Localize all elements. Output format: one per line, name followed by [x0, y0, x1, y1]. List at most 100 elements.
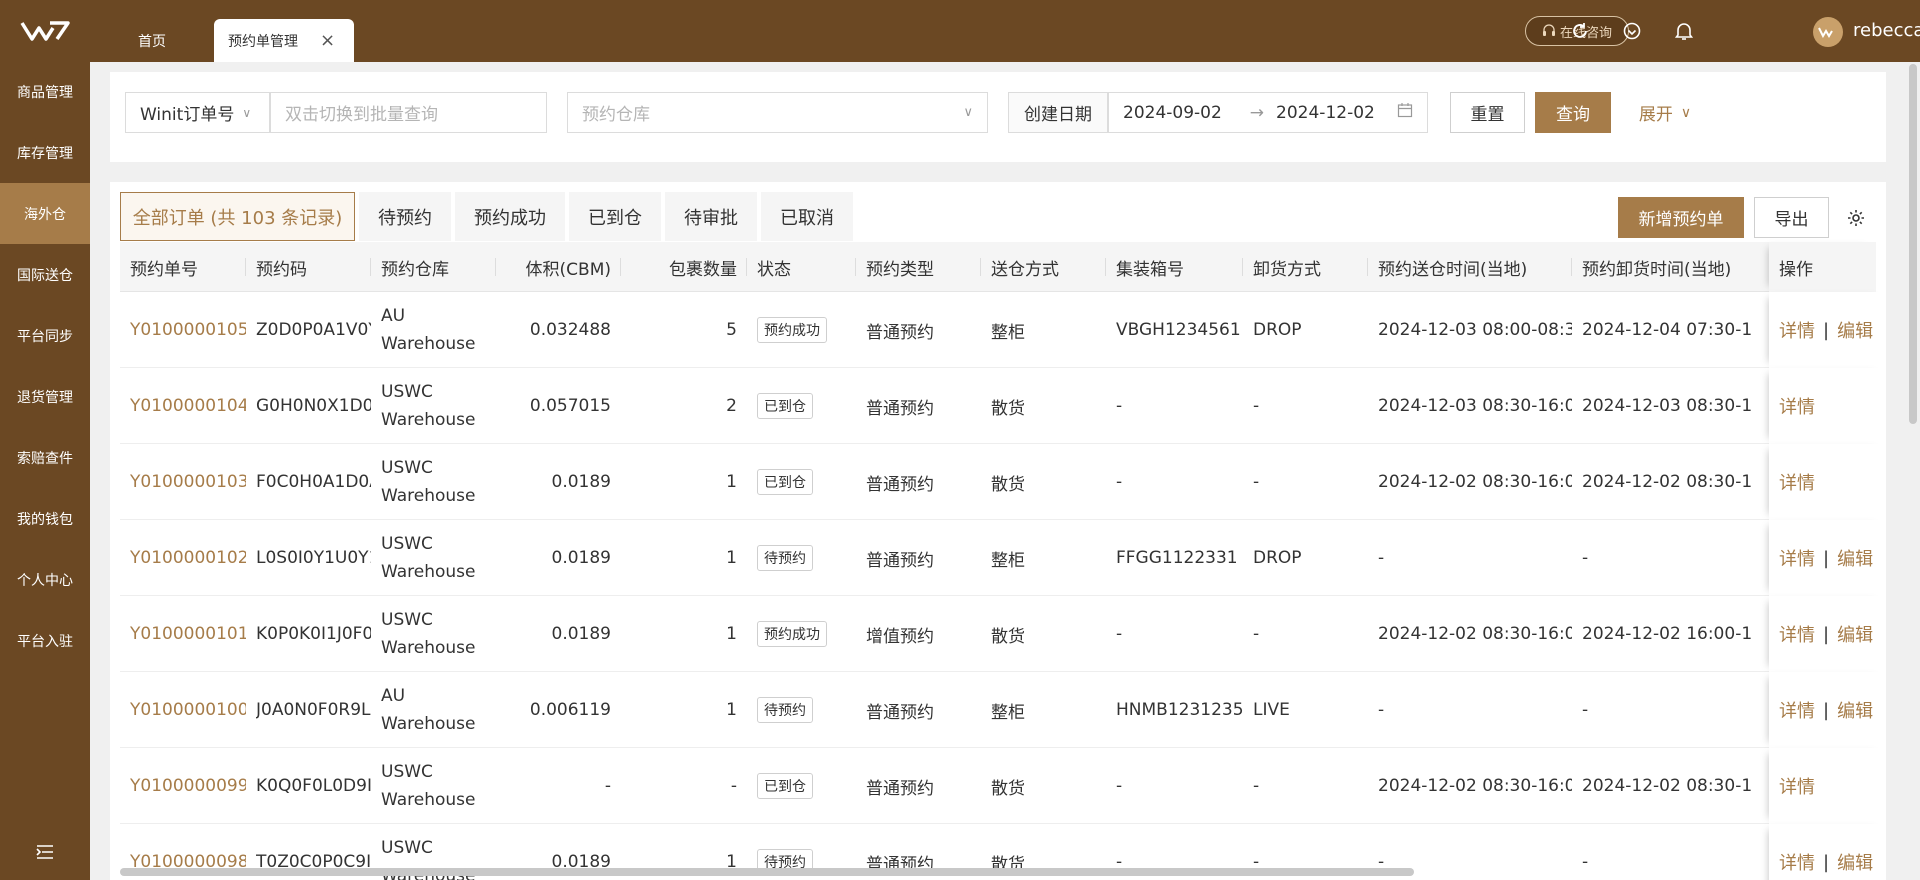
row-actions: 详情 — [1769, 444, 1886, 520]
action-separator: | — [1823, 547, 1830, 569]
column-header[interactable]: 卸货方式 — [1243, 242, 1368, 292]
detail-link[interactable]: 详情 — [1779, 849, 1815, 875]
table-row: Y0100000099 K0Q0F0L0D9I8 USWC Warehouse -… — [120, 748, 1886, 824]
order-type-select[interactable]: Winit订单号 ∨ — [125, 92, 270, 133]
action-separator: | — [1823, 699, 1830, 721]
new-reservation-button[interactable]: 新增预约单 — [1618, 197, 1744, 238]
bell-icon[interactable] — [1671, 18, 1697, 44]
tab-reserved[interactable]: 预约成功 — [455, 192, 565, 241]
close-icon[interactable]: × — [320, 30, 335, 51]
order-number-link[interactable]: Y0100000105 — [130, 320, 246, 340]
detail-link[interactable]: 详情 — [1779, 773, 1815, 799]
warehouse-code: USWC — [381, 534, 433, 554]
detail-link[interactable]: 详情 — [1779, 393, 1815, 419]
sidebar-item-overseas-warehouse[interactable]: 海外仓 — [0, 183, 90, 244]
edit-link[interactable]: 编辑 — [1837, 317, 1873, 343]
sidebar: 商品管理 库存管理 海外仓 国际送仓 平台同步 退货管理 索赔查件 我的钱包 个… — [0, 0, 90, 880]
detail-link[interactable]: 详情 — [1779, 545, 1815, 571]
column-header[interactable]: 状态 — [747, 242, 856, 292]
refresh-icon[interactable] — [1567, 18, 1593, 44]
column-header[interactable]: 送仓方式 — [981, 242, 1106, 292]
order-number-link[interactable]: Y0100000099 — [130, 776, 246, 796]
export-button[interactable]: 导出 — [1754, 197, 1829, 238]
order-number-link[interactable]: Y0100000103 — [130, 472, 246, 492]
date-range-picker[interactable]: 2024-09-02 → 2024-12-02 — [1108, 92, 1428, 133]
sidebar-item-onboarding[interactable]: 平台入驻 — [0, 610, 90, 671]
tab-arrived[interactable]: 已到仓 — [569, 192, 661, 241]
edit-link[interactable]: 编辑 — [1837, 849, 1873, 875]
order-number-link[interactable]: Y0100000100 — [130, 700, 246, 720]
column-header[interactable]: 预约类型 — [856, 242, 981, 292]
delivery-method: 散货 — [991, 778, 1025, 799]
reservation-type: 普通预约 — [866, 778, 934, 799]
tab-cancelled[interactable]: 已取消 — [761, 192, 853, 241]
sidebar-item-products[interactable]: 商品管理 — [0, 61, 90, 122]
package-count: - — [730, 776, 737, 796]
sidebar-item-claims[interactable]: 索赔查件 — [0, 427, 90, 488]
tab-home[interactable]: 首页 — [138, 19, 166, 62]
expand-button[interactable]: 展开 ∨ — [1625, 92, 1705, 133]
expand-label: 展开 — [1638, 105, 1673, 125]
edit-link[interactable]: 编辑 — [1837, 545, 1873, 571]
column-header[interactable]: 包裹数量 — [621, 242, 747, 292]
table-header: 预约单号 预约码 预约仓库 体积(CBM) 包裹数量 状态 预约类型 送仓方式 … — [120, 242, 1876, 292]
menu-collapse-icon[interactable] — [0, 834, 90, 870]
brand-logo[interactable] — [0, 0, 90, 62]
container-number: - — [1116, 624, 1123, 644]
query-button[interactable]: 查询 — [1535, 92, 1611, 133]
container-number: - — [1116, 396, 1123, 416]
tab-reservation-management[interactable]: 预约单管理 × — [214, 19, 354, 62]
reset-button[interactable]: 重置 — [1450, 92, 1525, 133]
warehouse-cell: USWC Warehouse — [381, 368, 496, 444]
column-header[interactable]: 预约仓库 — [371, 242, 496, 292]
sidebar-item-wallet[interactable]: 我的钱包 — [0, 488, 90, 549]
column-header[interactable]: 体积(CBM) — [496, 242, 621, 292]
column-header: 操作 — [1769, 242, 1876, 292]
column-header[interactable]: 预约码 — [246, 242, 371, 292]
column-header[interactable]: 预约卸货时间(当地) — [1572, 242, 1769, 292]
sidebar-item-platform-sync[interactable]: 平台同步 — [0, 305, 90, 366]
status-badge: 已到仓 — [757, 773, 813, 799]
detail-link[interactable]: 详情 — [1779, 469, 1815, 495]
unload-method: - — [1253, 472, 1260, 492]
warehouse-word: Warehouse — [381, 638, 476, 658]
package-count: 5 — [726, 320, 737, 340]
tab-pending-reservation[interactable]: 待预约 — [359, 192, 451, 241]
column-header[interactable]: 预约送仓时间(当地) — [1368, 242, 1572, 292]
unload-method: LIVE — [1253, 700, 1290, 720]
edit-link[interactable]: 编辑 — [1837, 621, 1873, 647]
status-badge: 已到仓 — [757, 393, 813, 419]
order-number-link[interactable]: Y0100000104 — [130, 396, 246, 416]
detail-link[interactable]: 详情 — [1779, 317, 1815, 343]
favorites-icon[interactable] — [1619, 18, 1645, 44]
search-input[interactable]: 双击切换到批量查询 — [270, 92, 547, 133]
avatar[interactable] — [1813, 17, 1843, 47]
sidebar-item-intl-delivery[interactable]: 国际送仓 — [0, 244, 90, 305]
date-start[interactable]: 2024-09-02 — [1123, 103, 1222, 123]
tab-pending-approval[interactable]: 待审批 — [665, 192, 757, 241]
column-header[interactable]: 集装箱号 — [1106, 242, 1243, 292]
detail-link[interactable]: 详情 — [1779, 621, 1815, 647]
edit-link[interactable]: 编辑 — [1837, 697, 1873, 723]
column-header[interactable]: 预约单号 — [120, 242, 246, 292]
order-number-link[interactable]: Y0100000102 — [130, 548, 246, 568]
unload-time: 2024-12-03 08:30-1 — [1582, 396, 1753, 416]
warehouse-select[interactable]: 预约仓库 ∨ — [567, 92, 988, 133]
horizontal-scrollbar[interactable] — [120, 868, 1414, 876]
detail-link[interactable]: 详情 — [1779, 697, 1815, 723]
vertical-scrollbar[interactable] — [1909, 64, 1917, 424]
sidebar-item-returns[interactable]: 退货管理 — [0, 366, 90, 427]
sidebar-item-inventory[interactable]: 库存管理 — [0, 122, 90, 183]
date-end[interactable]: 2024-12-02 — [1276, 103, 1375, 123]
tab-all-orders[interactable]: 全部订单 (共 103 条记录) — [120, 192, 355, 241]
sidebar-item-profile[interactable]: 个人中心 — [0, 549, 90, 610]
row-actions: 详情 | 编辑 — [1769, 292, 1886, 368]
send-time: 2024-12-02 08:30-16:00 — [1378, 472, 1572, 492]
settings-icon[interactable] — [1841, 197, 1871, 238]
username[interactable]: rebecca — [1853, 20, 1920, 41]
order-number-link[interactable]: Y0100000101 — [130, 624, 246, 644]
unload-method: - — [1253, 396, 1260, 416]
order-type-label: Winit订单号 — [140, 105, 235, 125]
unload-time: - — [1582, 548, 1589, 568]
top-bar: 首页 预约单管理 × 在线咨询 rebecca 文A — [90, 0, 1920, 62]
